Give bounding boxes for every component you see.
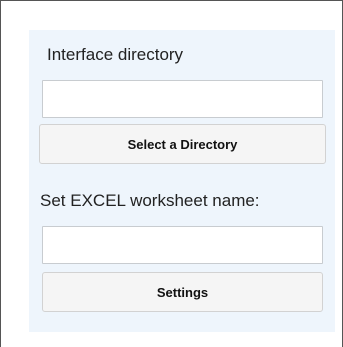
- settings-button[interactable]: Settings: [42, 272, 323, 312]
- select-directory-button[interactable]: Select a Directory: [39, 124, 326, 164]
- directory-label: Interface directory: [47, 45, 184, 64]
- worksheet-name-label: Set EXCEL worksheet name:: [40, 191, 260, 210]
- directory-input[interactable]: [42, 80, 323, 118]
- worksheet-name-input[interactable]: [42, 226, 323, 264]
